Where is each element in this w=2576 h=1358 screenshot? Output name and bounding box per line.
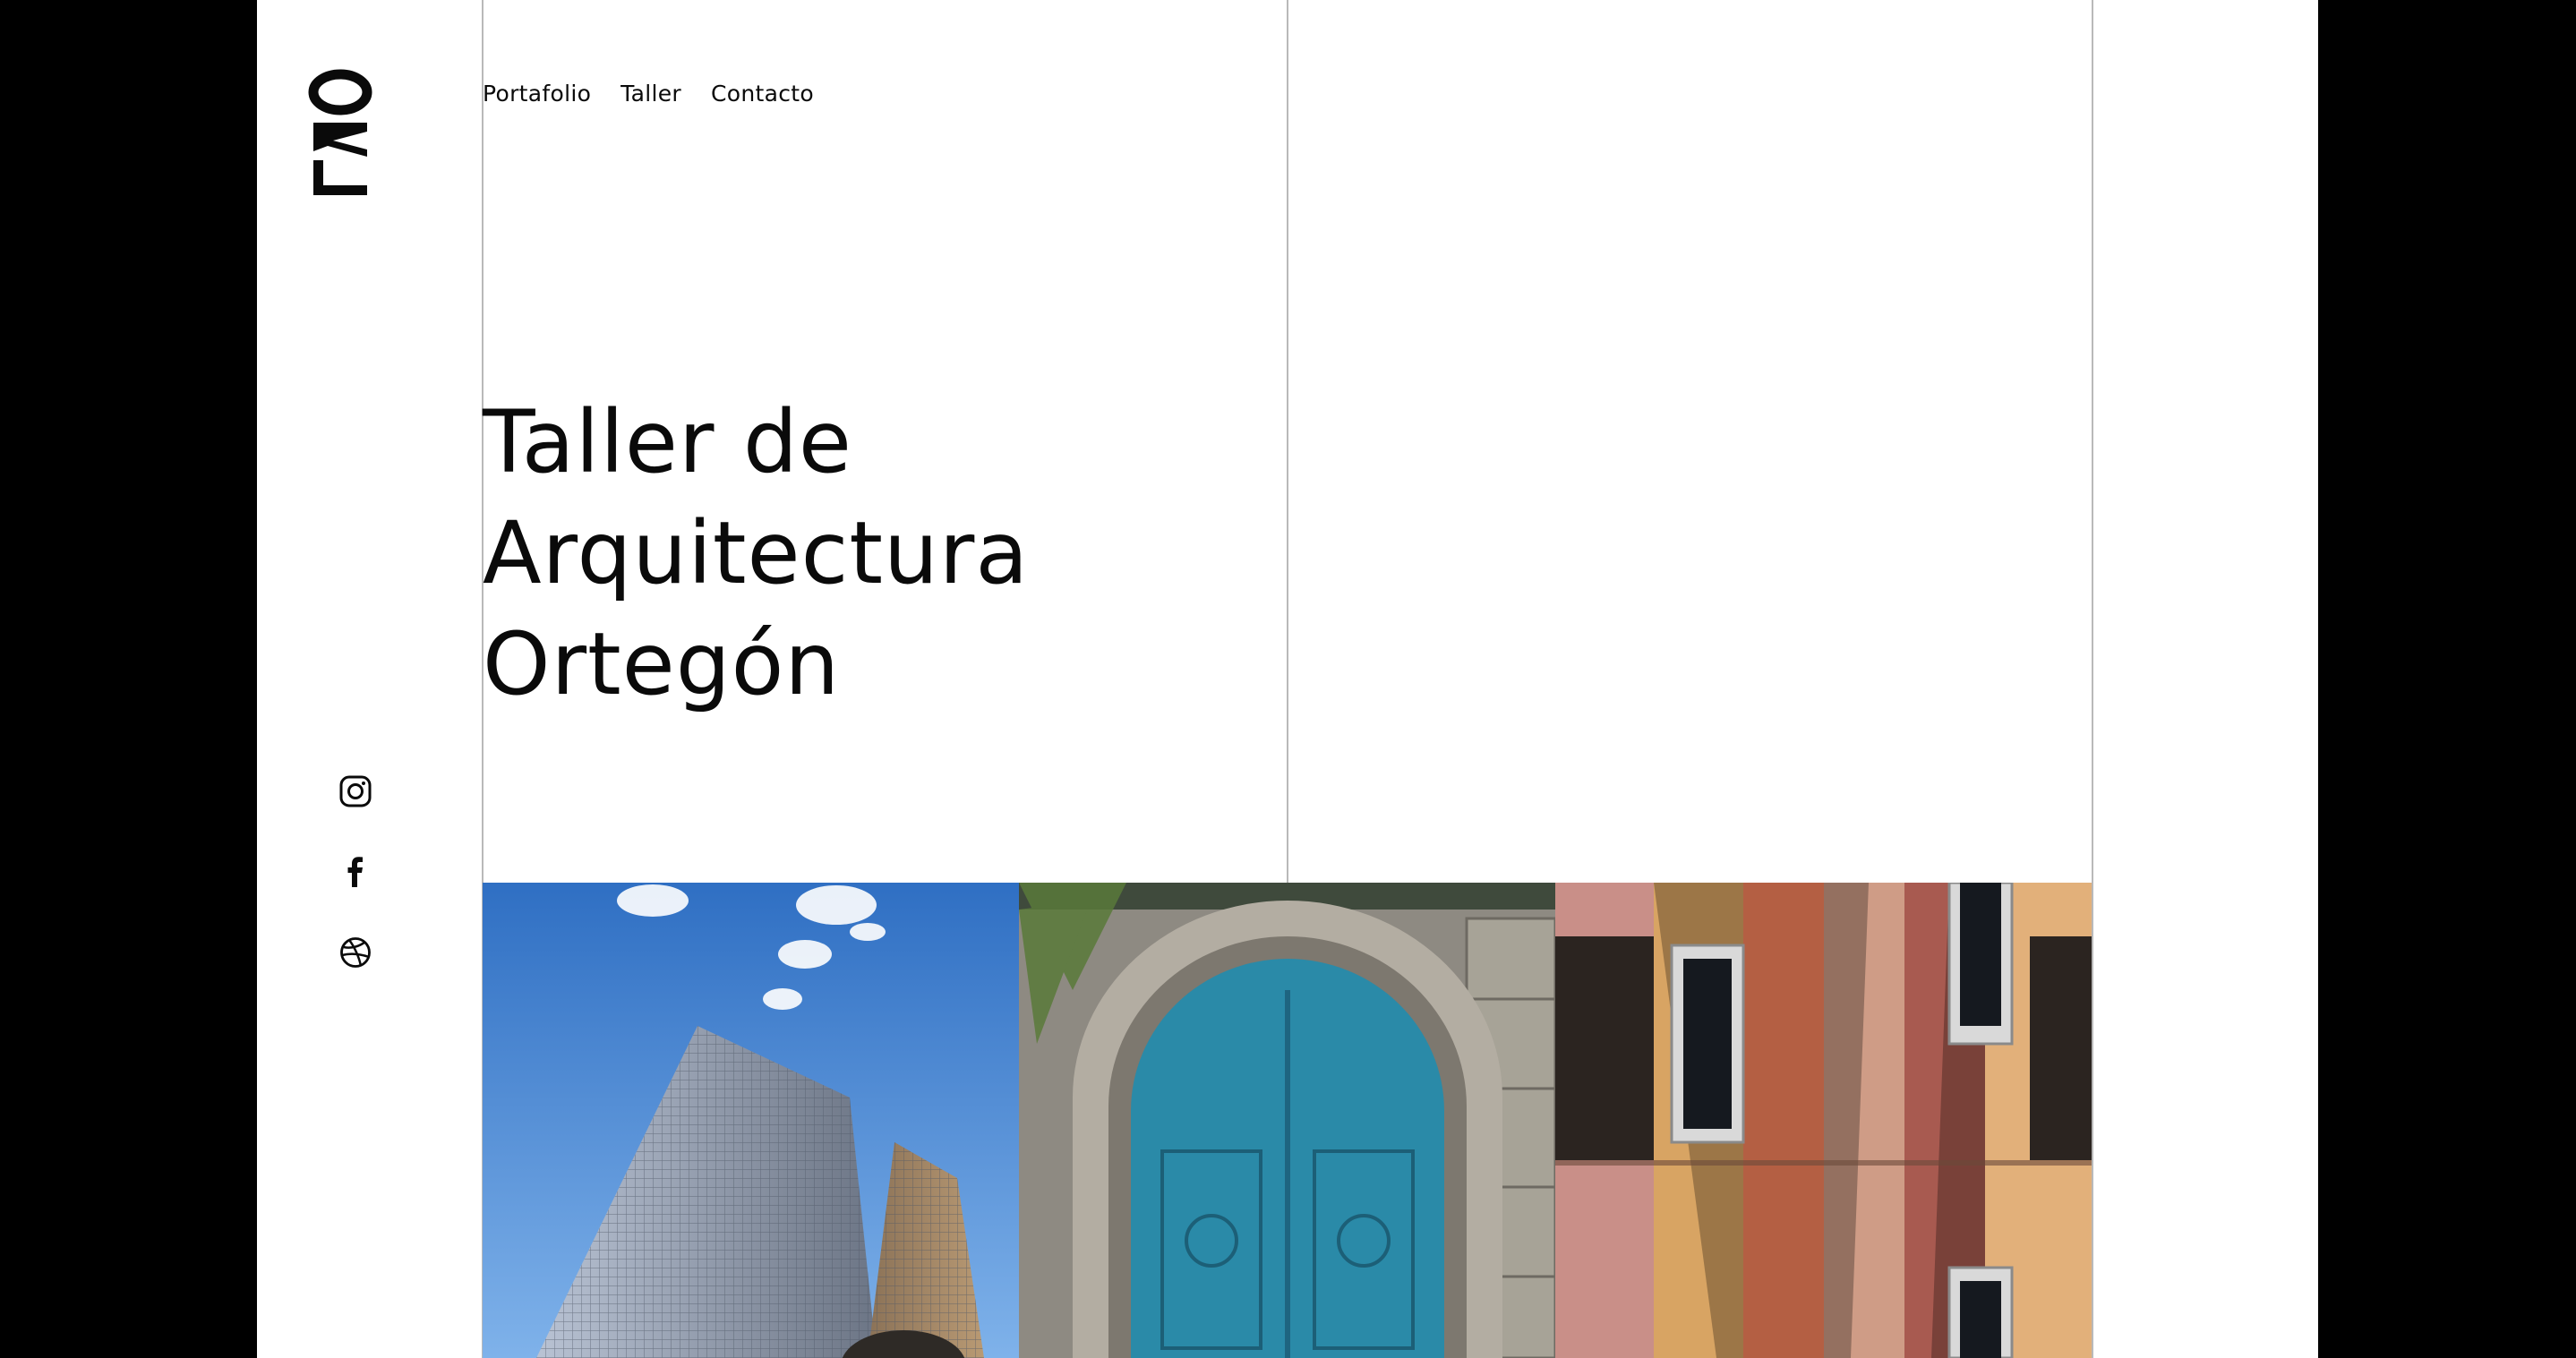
main-nav: Portafolio Taller Contacto xyxy=(483,81,814,107)
grid-line-middle xyxy=(1287,0,1288,883)
title-line-3: Ortegón xyxy=(483,614,841,714)
facebook-icon[interactable] xyxy=(338,855,372,889)
gallery-image-facade[interactable] xyxy=(1555,883,2092,1358)
right-black-band xyxy=(2318,0,2576,1358)
page-title: Taller de Arquitectura Ortegón xyxy=(483,387,1109,720)
page-canvas: Portafolio Taller Contacto Taller de Arq… xyxy=(257,0,2318,1358)
title-line-1: Taller de xyxy=(483,392,852,492)
grid-line-right xyxy=(2092,0,2093,1358)
nav-link-taller[interactable]: Taller xyxy=(620,81,681,107)
dribbble-icon[interactable] xyxy=(338,935,372,969)
title-line-2: Arquitectura xyxy=(483,503,1030,603)
left-black-band xyxy=(0,0,257,1358)
nav-link-portafolio[interactable]: Portafolio xyxy=(483,81,591,107)
nav-link-contacto[interactable]: Contacto xyxy=(711,81,814,107)
gallery-image-door[interactable] xyxy=(1019,883,1555,1358)
social-links xyxy=(338,774,374,1016)
instagram-icon[interactable] xyxy=(338,774,372,808)
gallery-image-skyscraper[interactable] xyxy=(483,883,1019,1358)
tao-logo[interactable] xyxy=(306,67,378,210)
project-gallery xyxy=(483,883,2092,1358)
